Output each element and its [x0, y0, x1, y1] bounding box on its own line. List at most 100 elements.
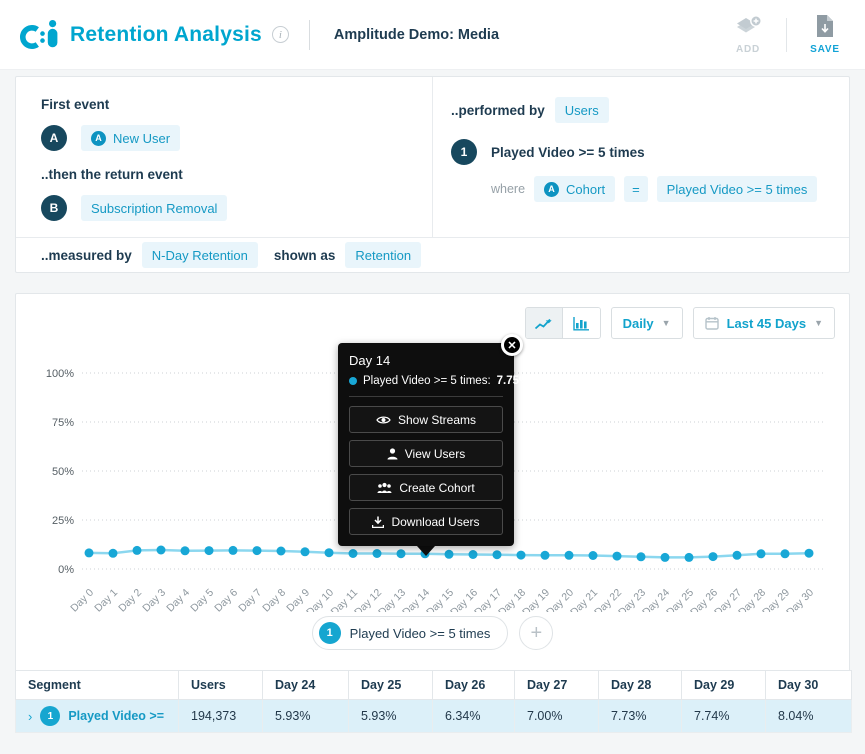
add-series-button[interactable]: +: [519, 616, 553, 650]
event-row-b: B Subscription Removal: [41, 195, 432, 221]
view-users-button[interactable]: View Users: [349, 440, 503, 467]
events-column: First event A A New User ..then the retu…: [16, 77, 433, 237]
tooltip-title: Day 14: [349, 353, 503, 368]
view-users-label: View Users: [405, 447, 465, 461]
data-point-18[interactable]: [517, 551, 526, 560]
chart-tooltip: ✕ Day 14 Played Video >= 5 times: 7.75% …: [338, 343, 514, 556]
event-a-name: New User: [113, 131, 170, 146]
data-point-4[interactable]: [181, 546, 190, 555]
info-icon[interactable]: i: [272, 26, 289, 43]
show-streams-button[interactable]: Show Streams: [349, 406, 503, 433]
day26-cell[interactable]: 6.34%: [433, 700, 515, 733]
bar-chart-toggle[interactable]: [563, 308, 600, 338]
download-users-label: Download Users: [391, 515, 479, 529]
date-range-value: Last 45 Days: [727, 316, 807, 331]
table-row: › 1 Played Video >= 5 t... 194,373 5.93%…: [16, 700, 852, 733]
x-axis-tick: Day 7: [236, 587, 264, 612]
row-segment-name[interactable]: Played Video >= 5 t...: [68, 709, 166, 723]
logo-group: Retention Analysis i Amplitude Demo: Med…: [18, 19, 499, 51]
data-point-24[interactable]: [661, 553, 670, 562]
results-table: Segment Users Day 24 Day 25 Day 26 Day 2…: [15, 670, 852, 733]
x-axis-tick: Day 4: [164, 587, 192, 612]
y-axis-tick: 0%: [58, 564, 74, 576]
eye-icon: [376, 415, 391, 425]
data-point-3[interactable]: [157, 546, 166, 555]
create-cohort-button[interactable]: Create Cohort: [349, 474, 503, 501]
day30-cell[interactable]: 8.04%: [766, 700, 852, 733]
x-axis-tick: Day 6: [212, 587, 240, 612]
download-icon: [372, 516, 384, 528]
where-property-pill[interactable]: A Cohort: [534, 176, 615, 202]
chart-type-toggle: [525, 307, 601, 339]
save-button[interactable]: SAVE: [803, 14, 847, 55]
measured-by-pill[interactable]: N-Day Retention: [142, 242, 258, 268]
save-button-label: SAVE: [810, 44, 840, 55]
where-property: Cohort: [566, 182, 605, 197]
actions-divider: [786, 18, 787, 52]
measured-by-value: N-Day Retention: [152, 248, 248, 263]
where-value: Played Video >= 5 times: [667, 182, 808, 197]
legend-series-label: Played Video >= 5 times: [350, 626, 491, 641]
data-point-19[interactable]: [541, 551, 550, 560]
data-point-28[interactable]: [757, 549, 766, 558]
data-point-7[interactable]: [253, 546, 262, 555]
performed-by-pill[interactable]: Users: [555, 97, 609, 123]
data-point-5[interactable]: [205, 546, 214, 555]
data-point-21[interactable]: [589, 551, 598, 560]
data-point-27[interactable]: [733, 551, 742, 560]
data-point-10[interactable]: [325, 548, 334, 557]
data-point-9[interactable]: [301, 547, 310, 556]
col-day29: Day 29: [682, 671, 766, 700]
tooltip-series-value: 7.75%: [497, 375, 530, 387]
data-point-8[interactable]: [277, 547, 286, 556]
data-point-20[interactable]: [565, 551, 574, 560]
shown-as-pill[interactable]: Retention: [345, 242, 421, 268]
day25-cell[interactable]: 5.93%: [349, 700, 433, 733]
col-day28: Day 28: [599, 671, 682, 700]
data-point-23[interactable]: [637, 552, 646, 561]
where-row: where A Cohort = Played Video >= 5 times: [491, 176, 849, 202]
day28-cell[interactable]: 7.73%: [599, 700, 682, 733]
interval-dropdown[interactable]: Daily ▼: [611, 307, 683, 339]
performed-by-value: Users: [565, 103, 599, 118]
x-axis-tick: Day 0: [68, 587, 96, 612]
data-point-26[interactable]: [709, 552, 718, 561]
event-b-pill[interactable]: Subscription Removal: [81, 195, 227, 221]
segment-row: 1 Played Video >= 5 times: [451, 139, 849, 165]
date-range-dropdown[interactable]: Last 45 Days ▼: [693, 307, 835, 339]
data-point-25[interactable]: [685, 553, 694, 562]
where-value-pill[interactable]: Played Video >= 5 times: [657, 176, 818, 202]
cohort-icon: A: [544, 182, 559, 197]
data-point-0[interactable]: [85, 548, 94, 557]
x-axis-tick: Day 3: [140, 587, 168, 612]
series-dot-icon: [349, 377, 357, 385]
retention-analysis-page: Retention Analysis i Amplitude Demo: Med…: [0, 0, 865, 754]
where-operator: =: [632, 182, 640, 197]
calendar-icon: [705, 316, 719, 330]
topbar-actions: ADD SAVE: [726, 14, 847, 55]
data-point-6[interactable]: [229, 546, 238, 555]
download-users-button[interactable]: Download Users: [349, 508, 503, 535]
col-day26: Day 26: [433, 671, 515, 700]
day24-cell[interactable]: 5.93%: [263, 700, 349, 733]
col-day30: Day 30: [766, 671, 852, 700]
col-segment: Segment: [16, 671, 179, 700]
add-button[interactable]: ADD: [726, 14, 770, 55]
event-a-pill[interactable]: A New User: [81, 125, 180, 151]
row-series-badge: 1: [40, 706, 60, 726]
tooltip-close-button[interactable]: ✕: [501, 334, 523, 356]
day27-cell[interactable]: 7.00%: [515, 700, 599, 733]
data-point-1[interactable]: [109, 549, 118, 558]
day29-cell[interactable]: 7.74%: [682, 700, 766, 733]
data-point-29[interactable]: [781, 549, 790, 558]
expand-row-icon[interactable]: ›: [28, 709, 32, 724]
where-operator-pill[interactable]: =: [624, 176, 648, 202]
line-chart-toggle[interactable]: [526, 308, 563, 338]
data-point-30[interactable]: [805, 549, 814, 558]
legend-series-pill[interactable]: 1 Played Video >= 5 times: [312, 616, 509, 650]
builder-columns: First event A A New User ..then the retu…: [16, 77, 849, 237]
chevron-down-icon: ▼: [662, 318, 671, 328]
add-button-label: ADD: [736, 44, 760, 55]
data-point-2[interactable]: [133, 546, 142, 555]
data-point-22[interactable]: [613, 552, 622, 561]
